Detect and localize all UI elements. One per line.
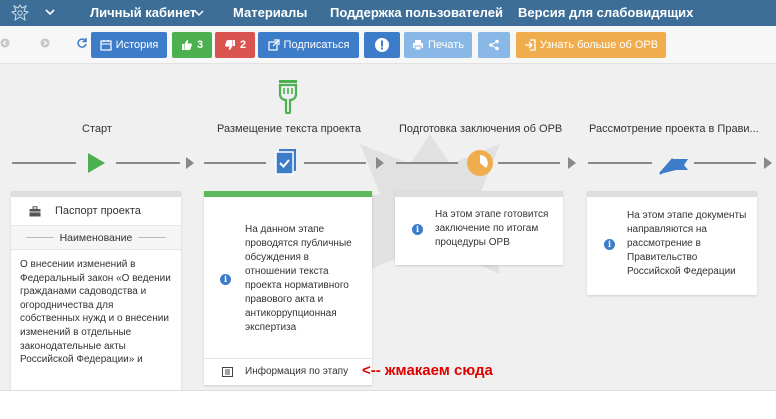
learn-more-orv-button[interactable]: Узнать больше об ОРВ: [516, 32, 666, 58]
toolbar: История 3 2 Подписаться Печать Узнать бо…: [0, 26, 776, 64]
stage-description-text: На этом этапе готовится заключение по ит…: [435, 209, 549, 248]
step-label-government-review: Рассмотрение проекта в Прави...: [589, 123, 759, 135]
stage-description: i На этом этапе документы направляются н…: [587, 197, 757, 287]
project-passport-card: Паспорт проекта Наименование О внесении …: [11, 191, 181, 419]
stage-description: i На данном этапе проводятся публичные о…: [204, 197, 372, 353]
learn-more-label: Узнать больше об ОРВ: [539, 39, 659, 51]
history-label: История: [115, 39, 159, 51]
project-passport-row[interactable]: Паспорт проекта: [11, 197, 181, 226]
flag-icon: [659, 158, 688, 175]
timeline-segment: [304, 162, 366, 164]
briefcase-icon: [29, 205, 41, 216]
timeline-segment: [116, 162, 180, 164]
project-passport-label: Паспорт проекта: [55, 205, 141, 217]
stage-description-text: На данном этапе проводятся публичные обс…: [245, 224, 352, 333]
stage-description-text: На этом этапе документы направляются на …: [627, 210, 747, 277]
print-icon: [412, 40, 423, 51]
stage-description: i На этом этапе готовится заключение по …: [395, 197, 563, 257]
timeline-arrow-icon: [376, 157, 384, 169]
timeline-segment: [498, 162, 560, 164]
step-label-orv-conclusion: Подготовка заключения об ОРВ: [399, 123, 563, 135]
name-section-header: Наименование: [11, 226, 181, 250]
timeline-arrow-icon: [186, 157, 194, 169]
pie-chart-icon: [467, 150, 493, 176]
print-label: Печать: [427, 39, 465, 51]
refresh-icon[interactable]: [76, 37, 88, 49]
divider: [138, 237, 167, 238]
timeline-segment: [204, 162, 266, 164]
share-icon: [489, 39, 499, 51]
like-button[interactable]: 3: [172, 32, 212, 58]
timeline-segment: [588, 162, 652, 164]
step-label-start: Старт: [82, 123, 112, 135]
list-icon: [222, 366, 233, 377]
share-box-icon: [267, 39, 280, 51]
info-icon: i: [220, 273, 231, 285]
timeline-segment: [694, 162, 756, 164]
history-button[interactable]: История: [91, 32, 167, 58]
forward-icon[interactable]: [40, 38, 50, 48]
stage-description-card: i На этом этапе готовится заключение по …: [395, 191, 563, 265]
hand-pointer-icon: [278, 80, 298, 114]
name-section-title: Наименование: [59, 231, 133, 244]
print-button[interactable]: Печать: [404, 32, 472, 58]
stage-info-label: Информация по этапу: [245, 365, 349, 377]
stage-description-card-active: i На данном этапе проводятся публичные о…: [204, 191, 372, 385]
chevron-down-icon[interactable]: [44, 6, 56, 18]
dislike-count: 2: [239, 39, 247, 51]
info-icon: i: [604, 238, 615, 250]
subscribe-label: Подписаться: [283, 39, 350, 51]
divider: [25, 237, 54, 238]
thumbs-down-icon: [225, 40, 235, 50]
stage-description-card: i На этом этапе документы направляются н…: [587, 191, 757, 295]
nav-materials[interactable]: Материалы: [233, 5, 307, 20]
nav-accessible-version[interactable]: Версия для слабовидящих: [518, 5, 693, 20]
calendar-icon: [100, 40, 112, 51]
exclamation-circle-icon: [375, 38, 389, 52]
info-icon: i: [412, 223, 423, 235]
timeline-segment: [396, 162, 458, 164]
nav-arrows: [0, 38, 88, 49]
alert-button[interactable]: [364, 32, 400, 58]
emblem-icon[interactable]: [8, 3, 32, 23]
like-count: 3: [196, 39, 204, 51]
sign-in-icon: [524, 39, 536, 51]
top-navbar: Личный кабинет Материалы Поддержка польз…: [0, 0, 776, 26]
stage-info-link[interactable]: Информация по этапу: [204, 358, 372, 384]
annotation-text: <-- жмакаем сюда: [362, 362, 493, 379]
timeline-arrow-icon: [764, 157, 772, 169]
subscribe-button[interactable]: Подписаться: [258, 32, 359, 58]
thumbs-up-icon: [181, 40, 192, 50]
play-icon: [88, 153, 105, 173]
bottom-bar: [0, 390, 776, 419]
dislike-button[interactable]: 2: [215, 32, 255, 58]
document-check-icon: [275, 149, 296, 175]
nav-personal-account[interactable]: Личный кабинет: [90, 5, 196, 20]
back-icon[interactable]: [0, 38, 10, 48]
nav-user-support[interactable]: Поддержка пользователей: [330, 5, 503, 20]
timeline-segment: [12, 162, 76, 164]
timeline-arrow-icon: [568, 157, 576, 169]
step-label-text-placement: Размещение текста проекта: [217, 123, 361, 135]
chevron-down-icon[interactable]: [194, 8, 204, 18]
share-button[interactable]: [478, 32, 510, 58]
